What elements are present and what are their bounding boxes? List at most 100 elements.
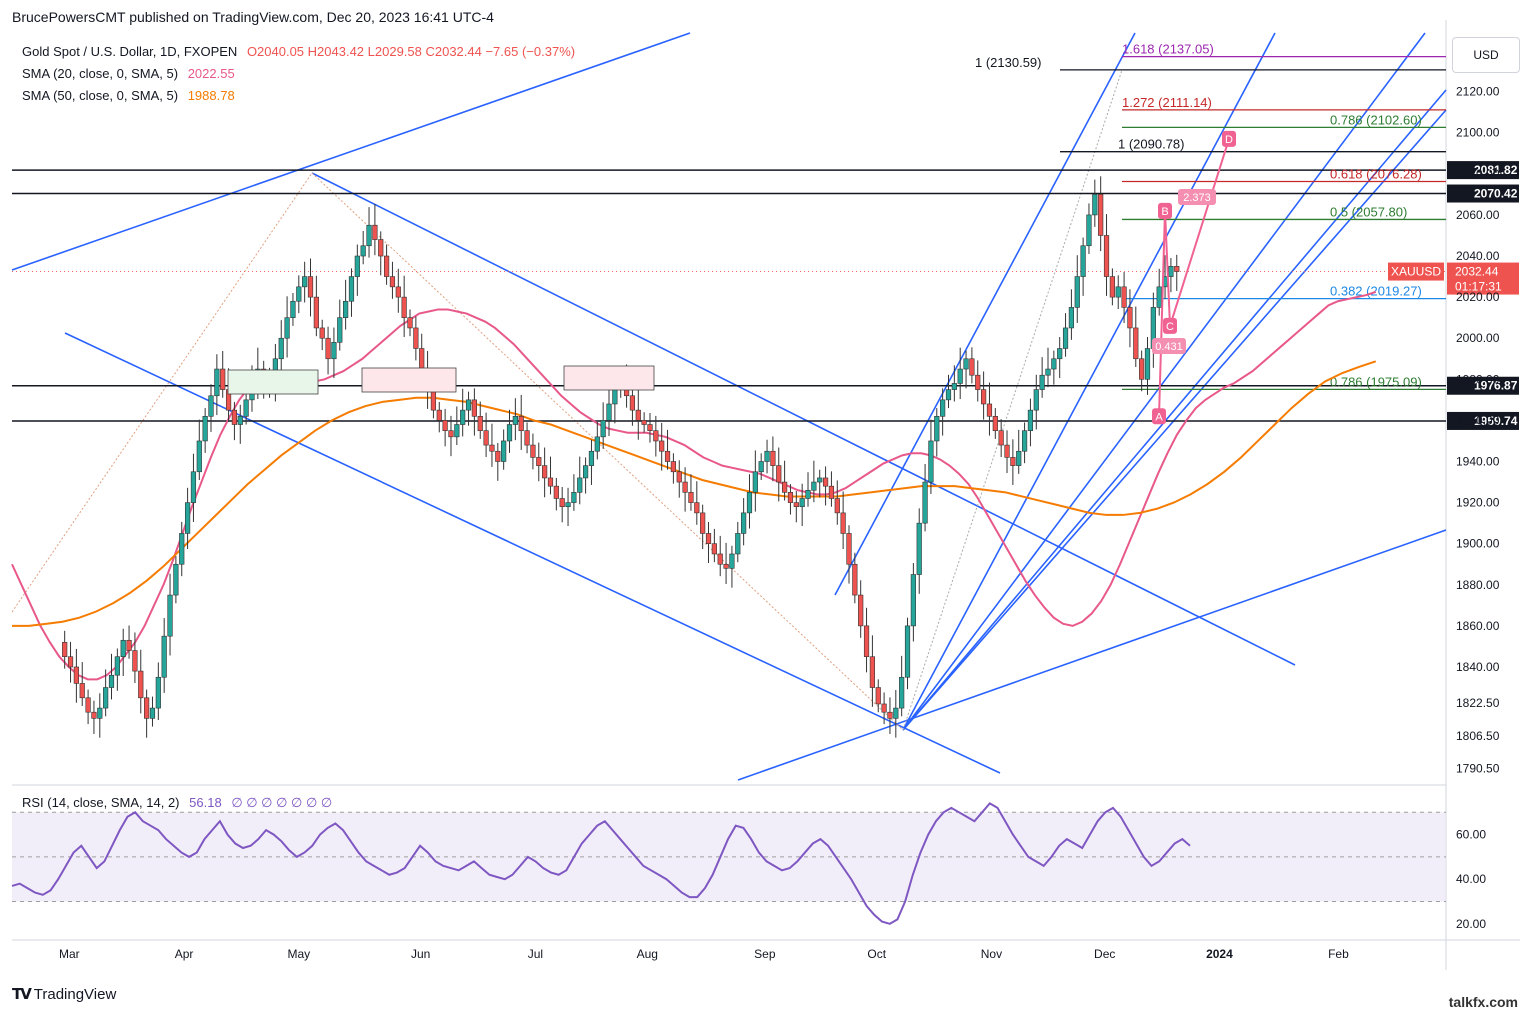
symbol-tag-label: XAUUSD bbox=[1391, 265, 1441, 279]
candle-body bbox=[436, 409, 442, 421]
candle-body bbox=[477, 416, 483, 431]
candle-body bbox=[811, 481, 817, 491]
talkfx-watermark: talkfx.com bbox=[1448, 994, 1518, 1010]
time-tick-label: Apr bbox=[175, 947, 194, 961]
candle-body bbox=[553, 485, 559, 499]
candle-body bbox=[155, 676, 161, 709]
candle-body bbox=[1004, 444, 1010, 458]
annotations-layer: A B C D 2.373 0.431 bbox=[227, 130, 1236, 425]
candle-body bbox=[1021, 430, 1028, 452]
candle-body bbox=[79, 683, 85, 699]
candle-body bbox=[805, 489, 811, 499]
pattern-ratio-label: 2.373 bbox=[1183, 192, 1211, 204]
candle-body bbox=[916, 522, 922, 575]
price-tick-label: 1790.50 bbox=[1456, 762, 1500, 776]
level-tag-label: 2070.42 bbox=[1474, 187, 1518, 201]
pattern-point-label: A bbox=[1155, 411, 1163, 423]
candle-body bbox=[694, 502, 700, 514]
candle-body bbox=[278, 337, 284, 360]
candle-body bbox=[565, 502, 571, 508]
candle-body bbox=[612, 389, 618, 405]
pattern-point-label: C bbox=[1166, 321, 1174, 333]
candle-body bbox=[594, 436, 600, 452]
candle-body bbox=[67, 656, 74, 668]
trend-line bbox=[737, 529, 1447, 781]
candle-body bbox=[208, 395, 214, 417]
candle-body bbox=[828, 485, 835, 499]
candle-body bbox=[1033, 389, 1039, 411]
time-tick-label: 2024 bbox=[1206, 947, 1233, 961]
candle-body bbox=[1068, 307, 1075, 329]
candle-body bbox=[1168, 266, 1174, 277]
candle-body bbox=[483, 430, 489, 446]
candle-body bbox=[1080, 245, 1086, 277]
rsi-tick-label: 40.00 bbox=[1456, 872, 1486, 886]
candle-body bbox=[512, 416, 518, 425]
fib-level-label: 0.5 (2057.80) bbox=[1330, 204, 1407, 219]
price-tick-label: 1940.00 bbox=[1456, 455, 1500, 469]
candle-body bbox=[1010, 457, 1016, 466]
candle-body bbox=[571, 492, 577, 503]
candle-body bbox=[1039, 374, 1045, 390]
tradingview-logo-text: TradingView bbox=[33, 986, 117, 1003]
candle-body bbox=[179, 533, 185, 565]
candle-body bbox=[858, 594, 864, 627]
candle-body bbox=[471, 399, 477, 417]
candle-body bbox=[302, 276, 308, 288]
fib-level-label: 0.786 (1975.09) bbox=[1330, 374, 1422, 389]
candle-body bbox=[1086, 214, 1092, 247]
candle-body bbox=[992, 416, 998, 431]
candle-body bbox=[1133, 327, 1139, 360]
candle-body bbox=[91, 711, 97, 719]
candle-body bbox=[395, 286, 401, 298]
pattern-ratio-label: 0.431 bbox=[1155, 341, 1183, 353]
candle-body bbox=[220, 368, 226, 390]
candle-body bbox=[711, 543, 717, 555]
price-tick-label: 2000.00 bbox=[1456, 331, 1500, 345]
candle-body bbox=[928, 440, 934, 483]
candle-body bbox=[196, 440, 202, 473]
candle-body bbox=[442, 420, 448, 431]
candle-body bbox=[758, 461, 764, 473]
candle-body bbox=[144, 697, 150, 719]
candle-body bbox=[284, 317, 290, 339]
candle-body bbox=[793, 502, 799, 508]
candle-body bbox=[167, 594, 173, 637]
candle-body bbox=[173, 563, 179, 596]
candle-body bbox=[875, 687, 881, 705]
time-axis[interactable]: Mar Apr May Jun Jul Aug Sep Oct Nov Dec 2024 Feb bbox=[59, 947, 1349, 961]
candle-body bbox=[723, 563, 729, 569]
candle-body bbox=[114, 656, 120, 676]
candle-body bbox=[1115, 286, 1121, 298]
time-tick-label: Sep bbox=[754, 947, 776, 961]
candle-body bbox=[489, 444, 495, 452]
candle-body bbox=[863, 625, 870, 658]
candle-body bbox=[214, 368, 220, 397]
pattern-point-label: B bbox=[1161, 206, 1168, 218]
chart-canvas[interactable]: 60.0040.0020.00 2081.822070.421976.87195… bbox=[0, 0, 1534, 1016]
candle-body bbox=[559, 498, 565, 508]
candle-body bbox=[319, 327, 325, 339]
candle-body bbox=[448, 430, 454, 438]
price-tick-label: 2060.00 bbox=[1456, 208, 1500, 222]
candle-body bbox=[881, 703, 887, 713]
candle-body bbox=[577, 477, 583, 493]
fib-level-label: 1.618 (2137.05) bbox=[1122, 42, 1214, 57]
candle-body bbox=[957, 368, 963, 384]
candle-body bbox=[659, 440, 665, 452]
fib-level-label: 0.382 (2019.27) bbox=[1330, 284, 1422, 299]
price-tick-label: 1900.00 bbox=[1456, 537, 1500, 551]
candle-body bbox=[969, 358, 975, 376]
price-tick-label: 1806.50 bbox=[1456, 729, 1500, 743]
price-tick-label: 1960.00 bbox=[1456, 413, 1500, 427]
candle-body bbox=[653, 430, 659, 442]
candle-body bbox=[518, 416, 524, 431]
time-tick-label: Nov bbox=[981, 947, 1002, 961]
candle-body bbox=[460, 409, 466, 425]
fib-level-label: 1 (2090.78) bbox=[1118, 137, 1185, 152]
candle-body bbox=[430, 389, 437, 411]
tradingview-logo: 𝗧𝗩 TradingView bbox=[12, 986, 117, 1003]
candle-body bbox=[419, 348, 425, 370]
candle-body bbox=[231, 409, 238, 425]
candle-body bbox=[325, 337, 331, 360]
